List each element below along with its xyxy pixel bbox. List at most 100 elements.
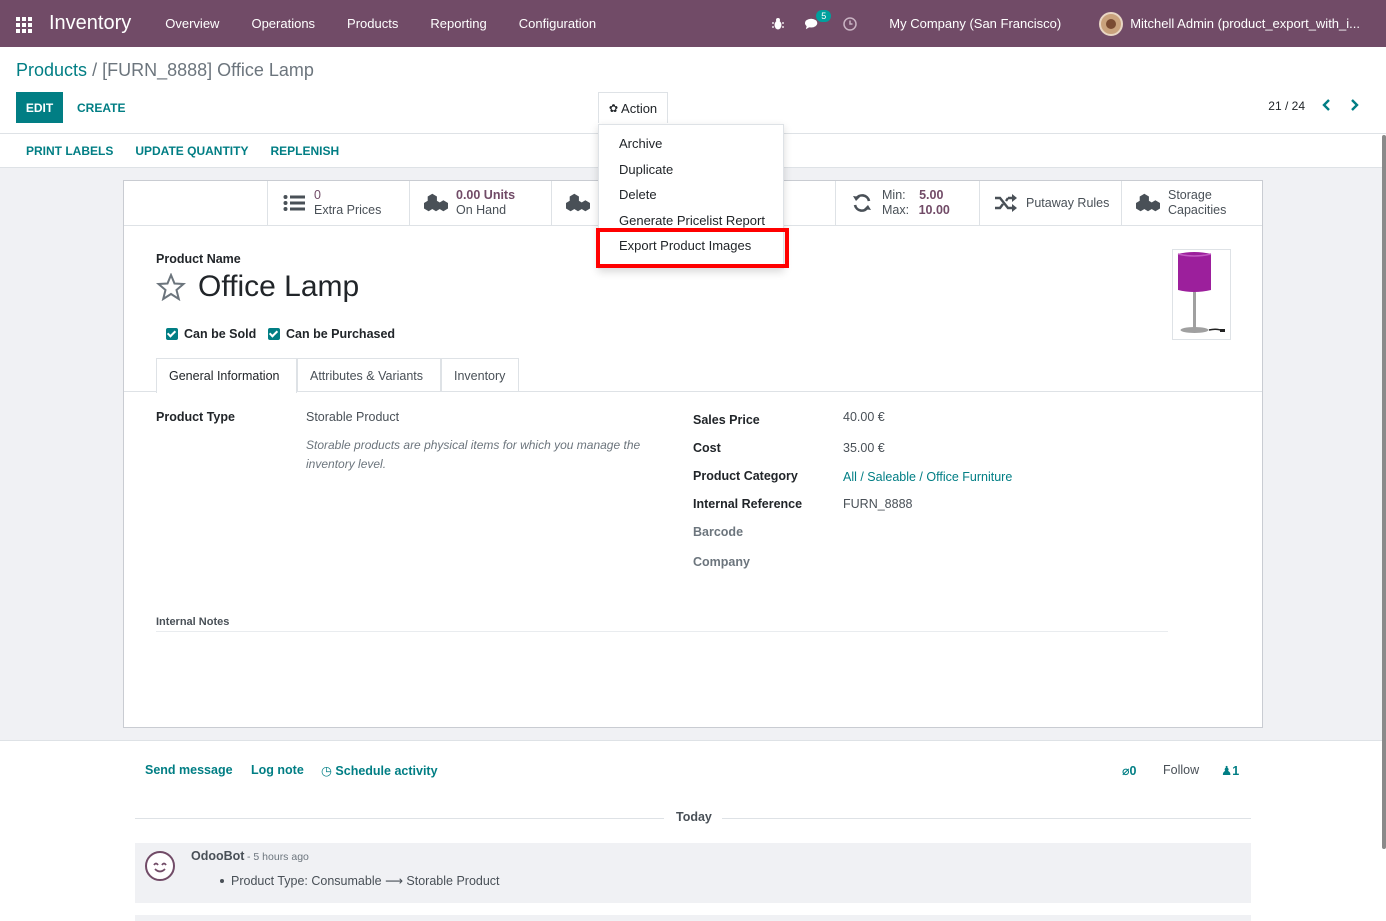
menu-item-delete[interactable]: Delete [619, 187, 657, 202]
cubes-icon [424, 193, 448, 213]
menu-reporting[interactable]: Reporting [414, 0, 502, 47]
tab-inventory[interactable]: Inventory [441, 358, 519, 392]
menu-overview[interactable]: Overview [149, 0, 235, 47]
attachments-count: 0 [1129, 764, 1137, 778]
divider [722, 818, 1251, 819]
menu-configuration[interactable]: Configuration [503, 0, 612, 47]
menu-item-archive[interactable]: Archive [619, 136, 662, 151]
on-hand-value: 0.00 Units [456, 188, 516, 202]
menu-products[interactable]: Products [331, 0, 414, 47]
scrollbar[interactable] [1382, 135, 1386, 849]
highlight-box [596, 228, 789, 268]
internal-reference-label: Internal Reference [693, 497, 803, 511]
max-label: Max: [882, 203, 910, 217]
chatter-message: OdooBot - 5 hours ago Product Type: Cons… [135, 843, 1251, 903]
internal-notes-field[interactable] [156, 631, 1168, 632]
followers-button[interactable]: ♟1 [1221, 763, 1239, 778]
print-labels-button[interactable]: PRINT LABELS [26, 144, 113, 158]
product-name-label: Product Name [156, 252, 241, 266]
odoobot-avatar[interactable] [145, 851, 175, 881]
user-menu[interactable]: Mitchell Admin (product_export_with_i... [1130, 16, 1360, 31]
date-separator: Today [676, 810, 712, 824]
notebook-tabs: General Information Attributes & Variant… [124, 358, 1262, 393]
bullet [220, 879, 224, 883]
menu-operations[interactable]: Operations [235, 0, 331, 47]
can-be-sold-checkbox[interactable]: Can be Sold [166, 327, 256, 341]
action-label: Action [621, 100, 658, 116]
gear-icon: ✿ [608, 102, 619, 115]
putaway-label: Putaway Rules [1026, 196, 1110, 210]
can-be-sold-label: Can be Sold [184, 327, 257, 341]
menu-item-duplicate[interactable]: Duplicate [619, 162, 673, 177]
min-max-button[interactable]: Min: 5.00 Max: 10.00 [835, 181, 979, 225]
create-button[interactable]: CREATE [77, 92, 125, 123]
extra-prices-value: 0 [314, 188, 321, 202]
chat-icon[interactable]: 5 [805, 9, 832, 31]
pager-previous-icon[interactable] [1322, 98, 1331, 115]
can-be-purchased-label: Can be Purchased [286, 327, 396, 341]
list-icon [282, 193, 306, 213]
attachments-button[interactable]: ⌀0 [1122, 763, 1136, 778]
internal-notes-label: Internal Notes [156, 616, 230, 628]
min-value: 5.00 [919, 188, 944, 202]
product-category-link[interactable]: All / Saleable / Office Furniture [843, 470, 1012, 484]
product-type-help: Storable products are physical items for… [306, 438, 641, 471]
chatter: Send message Log note ◷ Schedule activit… [0, 740, 1386, 921]
message-body: Product Type: Consumable ⟶ Storable Prod… [231, 874, 500, 888]
min-label: Min: [882, 188, 906, 202]
pager-value[interactable]: 21 / 24 [1268, 99, 1305, 113]
storage-line2: Capacities [1168, 203, 1227, 217]
schedule-activity-label: Schedule activity [335, 764, 438, 778]
followers-count: 1 [1232, 764, 1240, 778]
can-be-purchased-checkbox[interactable]: Can be Purchased [268, 327, 395, 341]
breadcrumb-separator: / [92, 60, 98, 80]
app-name[interactable]: Inventory [49, 12, 131, 35]
pager-next-icon[interactable] [1350, 98, 1359, 115]
divider [135, 818, 664, 819]
activity-clock-icon[interactable] [843, 16, 858, 31]
replenish-button[interactable]: REPLENISH [270, 144, 339, 158]
internal-reference-value[interactable]: FURN_8888 [843, 497, 912, 511]
cost-value[interactable]: 35.00 € [843, 441, 885, 455]
checkbox-checked-icon [166, 328, 178, 340]
cost-label: Cost [693, 441, 721, 455]
edit-button[interactable]: EDIT [16, 92, 63, 123]
chatter-message [135, 915, 1251, 921]
update-quantity-button[interactable]: UPDATE QUANTITY [135, 144, 248, 158]
user-icon: ♟ [1221, 764, 1233, 778]
sales-price-label: Sales Price [693, 413, 760, 427]
schedule-activity-button[interactable]: ◷ Schedule activity [321, 763, 438, 778]
message-author[interactable]: OdooBot [191, 849, 244, 863]
product-image[interactable] [1172, 249, 1231, 340]
tab-general-information[interactable]: General Information [156, 358, 297, 393]
message-time: - 5 hours ago [247, 851, 309, 863]
apps-menu-icon[interactable] [16, 16, 34, 33]
favorite-star-icon[interactable] [155, 272, 187, 304]
product-type-label: Product Type [156, 410, 235, 424]
max-value: 10.00 [918, 203, 950, 217]
tab-attributes-variants[interactable]: Attributes & Variants [297, 358, 441, 392]
checkbox-checked-icon [268, 328, 280, 340]
company-switcher[interactable]: My Company (San Francisco) [889, 16, 1061, 31]
product-type-value[interactable]: Storable Product [306, 410, 399, 424]
debug-bug-icon[interactable] [771, 17, 785, 31]
barcode-label: Barcode [693, 525, 744, 539]
on-hand-button[interactable]: 0.00 Units On Hand [409, 181, 551, 225]
breadcrumb-products[interactable]: Products [16, 60, 87, 80]
user-avatar[interactable] [1099, 11, 1124, 36]
extra-prices-label: Extra Prices [314, 203, 382, 217]
breadcrumb-current: [FURN_8888] Office Lamp [102, 60, 314, 80]
cubes-icon [566, 193, 590, 213]
action-button[interactable]: ✿ Action [598, 92, 668, 123]
chat-badge: 5 [816, 9, 832, 22]
extra-prices-button[interactable]: 0 Extra Prices [267, 181, 409, 225]
follow-button[interactable]: Follow [1163, 763, 1199, 777]
paperclip-icon: ⌀ [1122, 764, 1130, 778]
product-category-label: Product Category [693, 469, 798, 483]
sales-price-value[interactable]: 40.00 € [843, 410, 885, 424]
menu-item-generate-pricelist-report[interactable]: Generate Pricelist Report [619, 213, 765, 228]
putaway-rules-button[interactable]: Putaway Rules [979, 181, 1121, 225]
log-note-button[interactable]: Log note [251, 763, 304, 777]
storage-capacities-button[interactable]: Storage Capacities [1121, 181, 1262, 225]
send-message-button[interactable]: Send message [145, 763, 233, 777]
